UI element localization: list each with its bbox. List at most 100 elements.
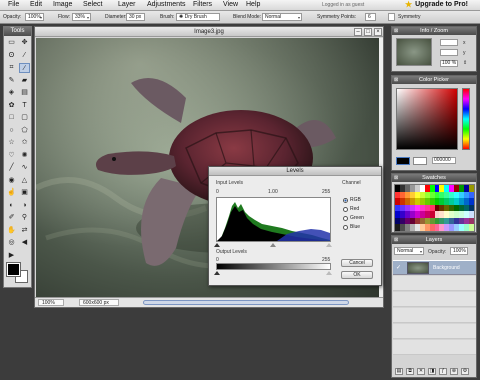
symmetry-points-field[interactable]: 6 — [365, 13, 376, 21]
layer-blend-select[interactable]: Normal ▾ — [394, 247, 424, 255]
opacity-field[interactable]: 100% ▾ — [25, 13, 44, 21]
flow-field[interactable]: 33% ▾ — [72, 13, 91, 21]
hand-icon[interactable]: ✋ — [6, 226, 17, 236]
crop-icon[interactable]: ⌗ — [6, 63, 17, 73]
heart-icon[interactable]: ♡ — [6, 151, 17, 161]
channel-radio-red[interactable]: Red — [343, 206, 359, 212]
merge-layer-icon[interactable]: ⊕ — [450, 368, 458, 375]
hex-input[interactable]: 000000 — [432, 157, 456, 164]
color-swatch[interactable] — [469, 217, 474, 225]
blend-mode-select[interactable]: Normal ▾ — [262, 13, 302, 21]
input-black-slider[interactable] — [214, 243, 220, 247]
layer-row[interactable]: ✓ Background — [393, 260, 476, 275]
dodge-icon[interactable]: ◐ — [6, 201, 17, 211]
zoom-field[interactable]: 100% — [38, 299, 64, 306]
input-gamma-slider[interactable] — [270, 243, 276, 247]
close-icon[interactable]: ⊠ — [394, 27, 398, 35]
brush-select[interactable]: ✺ Dry Brush — [176, 13, 220, 21]
menu-adjustments[interactable]: Adjustments — [147, 1, 186, 8]
maximize-button[interactable]: □ — [364, 28, 372, 36]
saturation-value-square[interactable] — [396, 88, 458, 150]
move-icon[interactable]: ✥ — [19, 38, 30, 48]
foreground-color-swatch[interactable] — [6, 262, 21, 277]
burn-icon[interactable]: ◑ — [19, 201, 30, 211]
layer-mask-icon[interactable]: ◨ — [428, 368, 436, 375]
chevron-down-icon: ▾ — [39, 15, 42, 20]
menu-file[interactable]: File — [8, 1, 19, 8]
line-icon[interactable]: ╱ — [6, 163, 17, 173]
channel-radio-blue[interactable]: Blue — [343, 224, 360, 230]
upgrade-button[interactable]: ★ Upgrade to Pro! — [405, 0, 468, 9]
delete-layer-icon[interactable]: ✕ — [417, 368, 425, 375]
current-color-swatch[interactable] — [396, 157, 410, 165]
brush-icon[interactable]: ∕ — [19, 63, 30, 73]
menu-help[interactable]: Help — [246, 1, 260, 8]
fill-icon[interactable]: ◈ — [6, 88, 17, 98]
horizontal-scrollbar[interactable] — [143, 300, 349, 305]
channel-radio-green[interactable]: Green — [343, 215, 364, 221]
close-icon[interactable]: ⊠ — [394, 174, 398, 182]
gear-shape-icon[interactable]: ✺ — [19, 151, 30, 161]
channel-radio-rgb[interactable]: RGB — [343, 197, 361, 203]
ok-button[interactable]: OK — [341, 271, 373, 279]
rect-shape-icon[interactable]: □ — [6, 113, 17, 123]
layer-style-icon[interactable]: ƒ — [439, 368, 447, 375]
navigator-thumbnail[interactable] — [396, 38, 432, 66]
color-picker-title: Color Picker — [419, 77, 449, 83]
gradient-icon[interactable]: ▤ — [19, 88, 30, 98]
star-icon[interactable]: ☆ — [6, 138, 17, 148]
pencil-icon[interactable]: ✎ — [6, 76, 17, 86]
zoom-icon[interactable]: ⚲ — [19, 213, 30, 223]
diameter-field[interactable]: 30 px — [126, 13, 145, 21]
marquee-rect-icon[interactable]: ▭ — [6, 38, 17, 48]
cancel-button[interactable]: Cancel — [341, 259, 373, 267]
previous-color-swatch[interactable] — [413, 157, 427, 165]
color-swatch[interactable] — [469, 204, 474, 212]
text-icon[interactable]: T — [19, 101, 30, 111]
magic-wand-icon[interactable]: ⁄ — [19, 51, 30, 61]
minimize-button[interactable]: – — [354, 28, 362, 36]
polygon-icon[interactable]: ⬠ — [19, 126, 30, 136]
duplicate-layer-icon[interactable]: ⧉ — [406, 368, 414, 375]
curve-icon[interactable]: ∿ — [19, 163, 30, 173]
red-eye-icon[interactable]: ◎ — [6, 238, 17, 248]
color-swatch[interactable] — [469, 191, 474, 199]
sponge-icon[interactable]: ▣ — [19, 188, 30, 198]
new-layer-icon[interactable]: ▤ — [395, 368, 403, 375]
eyedropper-icon[interactable]: ✐ — [6, 213, 17, 223]
visibility-check-icon[interactable]: ✓ — [396, 264, 401, 271]
zoom-stepper-icon[interactable]: ⇕ — [463, 60, 467, 66]
menu-layer[interactable]: Layer — [118, 1, 136, 8]
menu-view[interactable]: View — [223, 1, 238, 8]
symmetry-checkbox[interactable] — [388, 13, 395, 21]
layer-opacity-field[interactable]: 100% — [450, 247, 468, 255]
ellipse-icon[interactable]: ○ — [6, 126, 17, 136]
sharpen-icon[interactable]: △ — [19, 176, 30, 186]
smudge-icon[interactable]: ☝ — [6, 188, 17, 198]
radio-icon — [343, 224, 348, 230]
layer-options-icon[interactable]: ⚙ — [461, 368, 469, 375]
star-alt-icon[interactable]: ✩ — [19, 138, 30, 148]
menu-select[interactable]: Select — [83, 1, 102, 8]
rounded-rect-icon[interactable]: ▢ — [19, 113, 30, 123]
close-icon[interactable]: ⊠ — [394, 236, 398, 244]
arrow-right-icon[interactable]: ▶ — [6, 251, 17, 261]
lasso-icon[interactable]: ʘ — [6, 51, 17, 61]
input-white-slider[interactable] — [326, 243, 332, 247]
blur-icon[interactable]: ◉ — [6, 176, 17, 186]
clone-icon[interactable]: ✿ — [6, 101, 17, 111]
arrow-left-icon[interactable]: ◀ — [19, 238, 30, 248]
zoom-input[interactable]: 100 % — [440, 60, 458, 67]
close-button[interactable]: × — [374, 28, 382, 36]
menu-filters[interactable]: Filters — [193, 1, 212, 8]
output-black-slider[interactable] — [214, 271, 220, 275]
output-levels-label: Output Levels — [216, 249, 247, 255]
output-white-slider[interactable] — [326, 271, 332, 275]
eraser-icon[interactable]: ▰ — [19, 76, 30, 86]
menu-edit[interactable]: Edit — [30, 1, 42, 8]
color-swatch[interactable] — [469, 224, 474, 231]
hue-slider[interactable] — [462, 88, 470, 150]
close-icon[interactable]: ⊠ — [394, 76, 398, 84]
menu-image[interactable]: Image — [53, 1, 72, 8]
replace-color-icon[interactable]: ⇄ — [19, 226, 30, 236]
